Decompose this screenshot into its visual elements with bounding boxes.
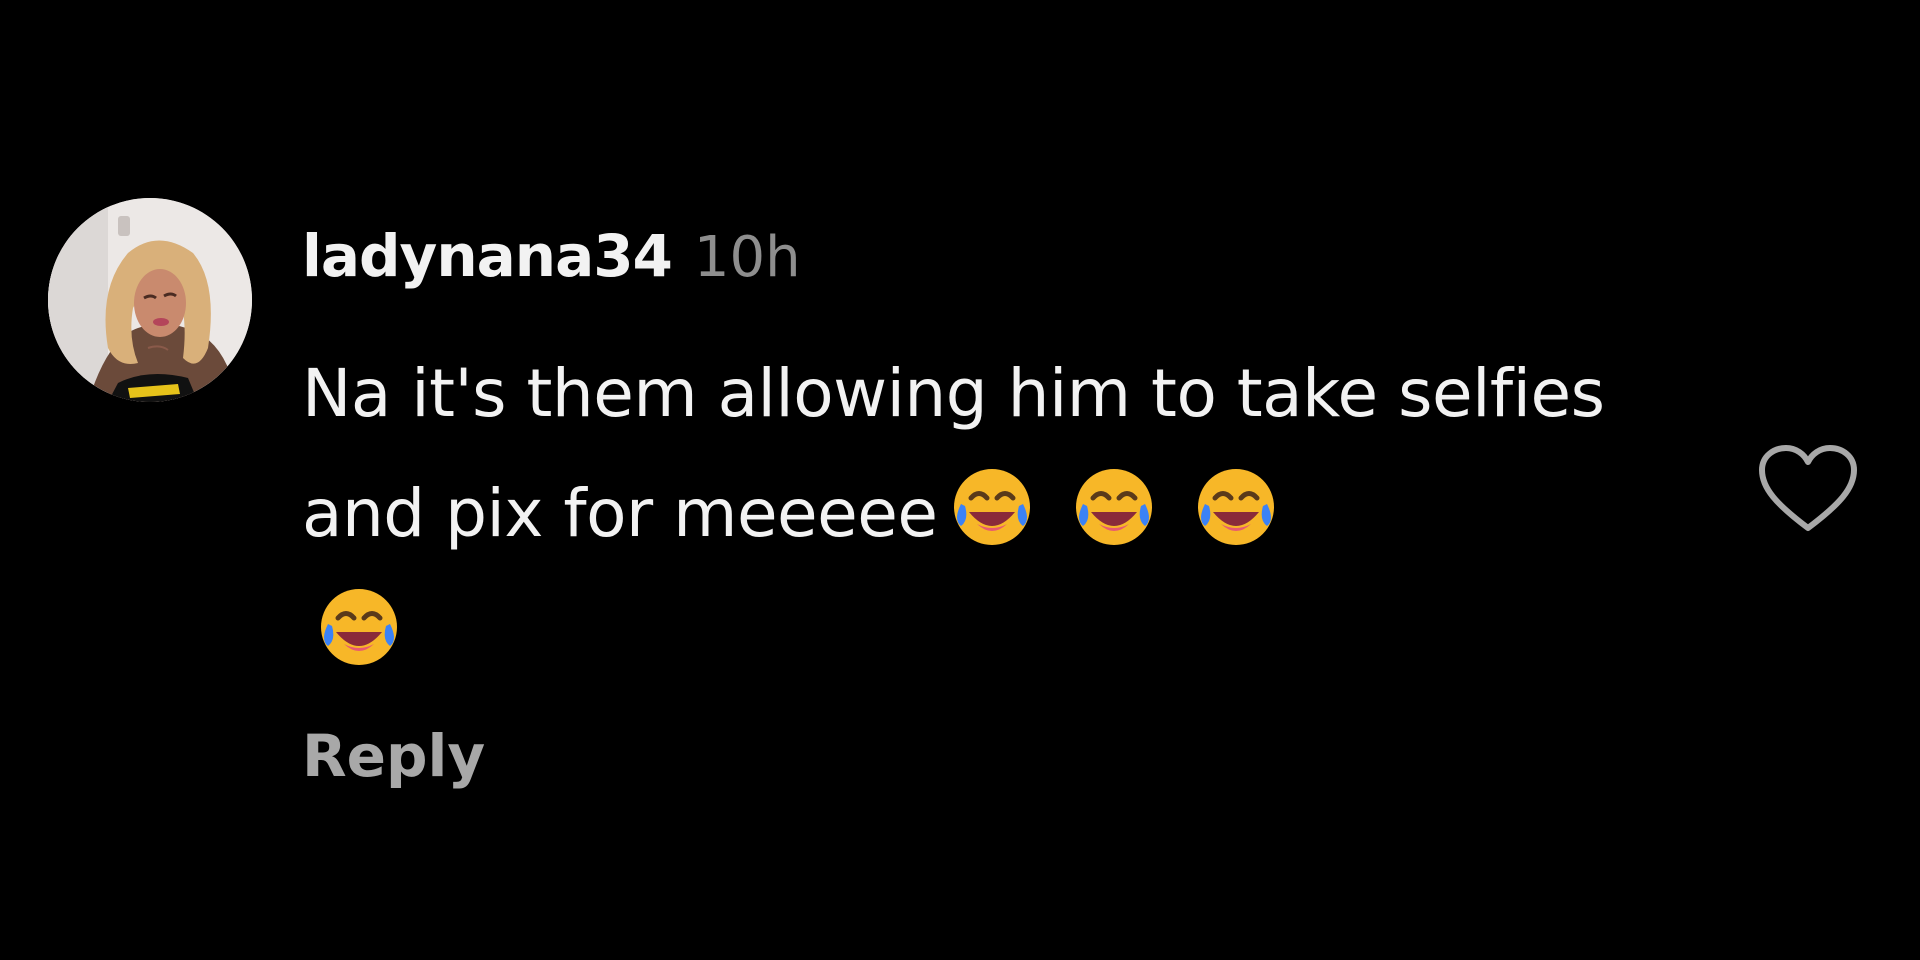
face-with-tears-of-joy-icon (947, 462, 1037, 552)
like-button[interactable] (1756, 442, 1860, 536)
reply-button[interactable]: Reply (302, 722, 485, 790)
comment-text: Na it's them allowing him to take selfie… (302, 334, 1692, 694)
avatar[interactable] (48, 198, 252, 402)
username[interactable]: ladynana34 (302, 222, 673, 290)
heart-outline-icon (1759, 445, 1857, 531)
face-with-tears-of-joy-icon (314, 582, 404, 672)
comment-item: ladynana34 10h Na it's them allowing him… (0, 0, 1920, 960)
avatar-photo (48, 198, 252, 402)
face-with-tears-of-joy-icon (1069, 462, 1159, 552)
comment-header: ladynana34 10h (302, 222, 801, 302)
face-with-tears-of-joy-icon (1191, 462, 1281, 552)
timestamp: 10h (693, 225, 801, 290)
